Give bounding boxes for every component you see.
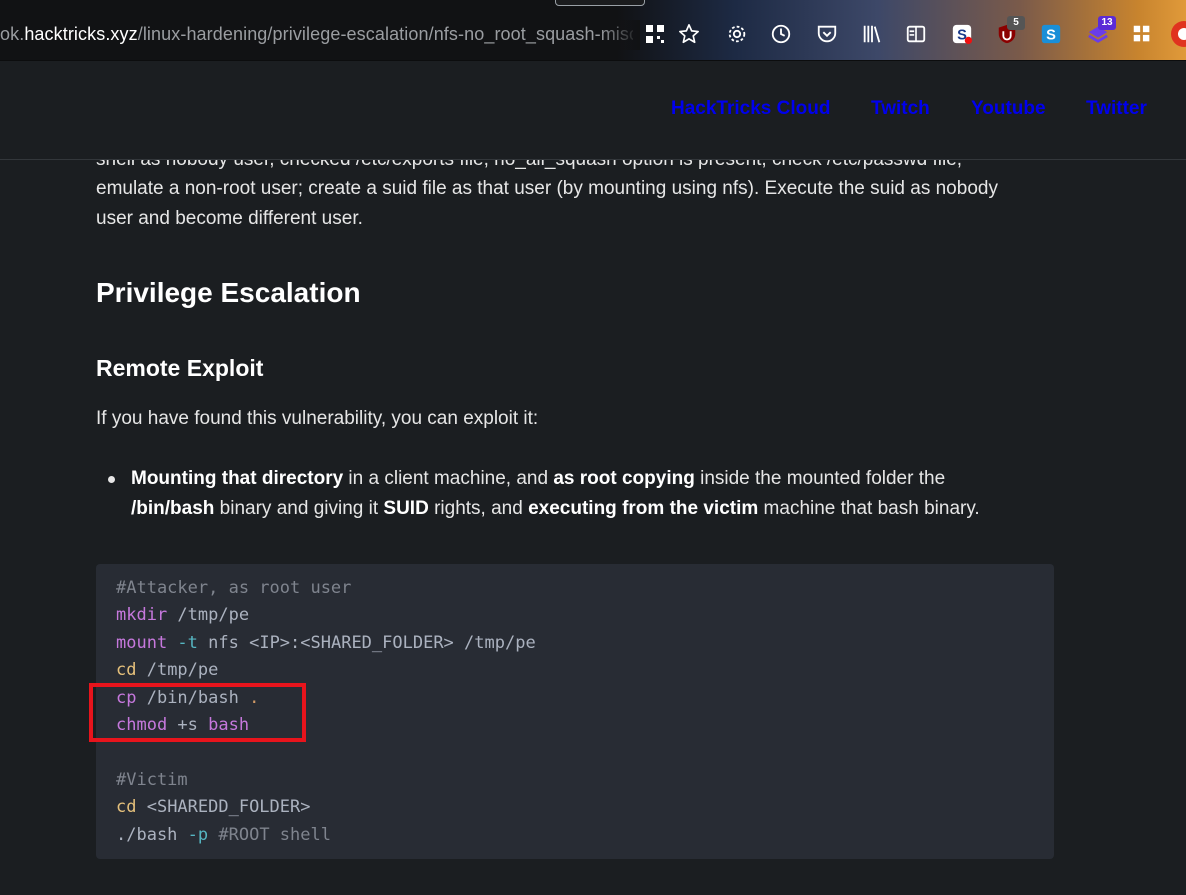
tab-edge — [555, 0, 645, 6]
code-line: ./bash -p #ROOT shell — [116, 822, 331, 848]
code-placeholder: <IP>:<SHARED_FOLDER> — [249, 633, 454, 653]
list-item: Mounting that directory in a client mach… — [96, 464, 1026, 524]
code-line: mount -t nfs <IP>:<SHARED_FOLDER> /tmp/p… — [116, 630, 536, 656]
bold-text: SUID — [383, 498, 429, 519]
url-fade — [600, 20, 640, 50]
code-flag: -p — [177, 825, 209, 845]
code-command: mkdir — [116, 605, 168, 625]
red-highlight-annotation — [89, 683, 306, 742]
text: machine that bash binary. — [758, 498, 980, 519]
nav-link-youtube[interactable]: Youtube — [971, 98, 1046, 120]
code-line: cd <SHAREDD_FOLDER> — [116, 794, 310, 820]
svg-text:S: S — [1046, 28, 1056, 44]
heading-privilege-escalation: Privilege Escalation — [96, 277, 361, 308]
code-command: mount — [116, 633, 168, 653]
code-comment: #ROOT shell — [208, 825, 331, 845]
code-argument: /tmp/pe — [453, 633, 536, 653]
intro-text: If you have found this vulnerability, yo… — [96, 408, 539, 429]
code-line: mkdir /tmp/pe — [116, 602, 249, 628]
nav-link-hacktricks-cloud[interactable]: HackTricks Cloud — [671, 98, 830, 120]
ublock-badge: 5 — [1007, 16, 1025, 30]
code-comment: #Attacker, as root user — [116, 578, 352, 598]
url-domain: hacktricks.xyz — [24, 24, 138, 44]
paragraph-line: user and become different user. — [96, 208, 363, 229]
text: in a client machine, and — [343, 468, 554, 489]
bold-text: executing from the victim — [528, 498, 759, 519]
bullet-dot — [108, 476, 115, 483]
paragraph-line: emulate a non-root user; create a suid f… — [96, 178, 998, 199]
extensions-puzzle-icon[interactable] — [1128, 20, 1156, 48]
code-command: ./bash — [116, 825, 178, 845]
code-argument: nfs — [197, 633, 250, 653]
browser-toolbar: ok.hacktricks.xyz/linux-hardening/privil… — [0, 0, 1186, 61]
skype-s-icon[interactable]: S — [1037, 20, 1065, 48]
history-clock-icon[interactable] — [767, 20, 795, 48]
ublock-icon[interactable]: 5 — [993, 16, 1025, 48]
text: binary and giving it — [214, 498, 384, 519]
reader-view-icon[interactable] — [902, 20, 930, 48]
code-placeholder: <SHAREDD_FOLDER> — [136, 797, 311, 817]
code-line: #Victim — [116, 767, 188, 793]
code-command: cd — [116, 797, 137, 817]
exploit-steps-list: Mounting that directory in a client mach… — [96, 464, 1026, 524]
profile-icon[interactable] — [1170, 20, 1186, 48]
url-path: /linux-hardening/privilege-escalation/nf… — [137, 24, 633, 44]
code-line: cd /tmp/pe — [116, 657, 218, 683]
pocket-icon[interactable] — [813, 20, 841, 48]
bookmark-star-icon[interactable] — [675, 20, 703, 48]
library-icon[interactable] — [858, 20, 886, 48]
s-extension-icon[interactable]: S — [948, 20, 976, 48]
code-argument: /tmp/pe — [136, 660, 219, 680]
text: inside the mounted folder the — [694, 468, 946, 489]
bold-text: as root copying — [553, 468, 695, 489]
code-command: cd — [116, 660, 137, 680]
download-badge: 13 — [1098, 16, 1116, 30]
settings-gear-icon[interactable] — [723, 20, 751, 48]
code-flag: -t — [167, 633, 198, 653]
url-prefix: ok. — [0, 24, 25, 44]
code-comment: #Victim — [116, 770, 188, 790]
bold-text: /bin/bash — [131, 498, 215, 519]
download-extension-icon[interactable]: 13 — [1084, 16, 1116, 48]
code-argument: /tmp/pe — [167, 605, 250, 625]
code-line: #Attacker, as root user — [116, 575, 351, 601]
qr-grid-icon[interactable] — [641, 20, 669, 48]
url-bar[interactable]: ok.hacktricks.xyz/linux-hardening/privil… — [0, 24, 633, 48]
nav-link-twitch[interactable]: Twitch — [871, 98, 930, 120]
site-header: HackTricks Cloud Twitch Youtube Twitter — [0, 61, 1186, 160]
text: rights, and — [428, 498, 529, 519]
bold-text: Mounting that directory — [131, 468, 344, 489]
nav-link-twitter[interactable]: Twitter — [1086, 98, 1147, 120]
heading-remote-exploit: Remote Exploit — [96, 355, 264, 381]
